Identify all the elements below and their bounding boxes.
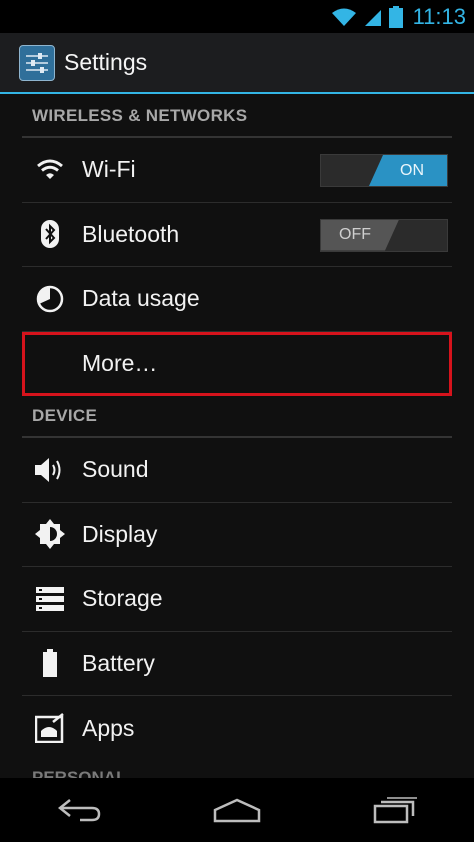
navigation-bar (0, 778, 474, 842)
settings-item-storage[interactable]: Storage (22, 567, 452, 632)
action-bar: Settings (0, 33, 474, 94)
recent-apps-icon (373, 797, 417, 824)
settings-item-bluetooth[interactable]: Bluetooth OFF (22, 203, 452, 267)
wifi-icon (32, 152, 68, 188)
settings-item-label: Battery (82, 649, 155, 676)
page-title: Settings (64, 49, 148, 75)
wifi-icon (331, 8, 356, 26)
display-icon (32, 516, 68, 552)
settings-item-label: Apps (82, 714, 135, 741)
settings-item-display[interactable]: Display (22, 503, 452, 567)
apps-icon (32, 710, 68, 746)
signal-icon (364, 9, 381, 26)
settings-item-battery[interactable]: Battery (22, 632, 452, 696)
settings-item-label: Sound (82, 456, 149, 483)
settings-app-icon[interactable] (19, 44, 55, 81)
back-button[interactable] (44, 785, 114, 835)
section-header-personal: PERSONAL (32, 768, 127, 778)
bluetooth-toggle[interactable]: OFF (320, 218, 448, 252)
status-bar: 11:13 (0, 0, 474, 33)
section-header-wireless: WIRELESS & NETWORKS (22, 96, 452, 138)
settings-item-wifi[interactable]: Wi-Fi ON (22, 138, 452, 203)
back-icon (57, 799, 101, 822)
wifi-toggle[interactable]: ON (320, 154, 448, 187)
toggle-state: ON (369, 155, 447, 186)
storage-icon (32, 581, 68, 617)
settings-item-label: Display (82, 520, 158, 547)
bluetooth-icon (32, 216, 68, 252)
home-button[interactable] (202, 785, 272, 835)
data-usage-icon (32, 281, 68, 317)
settings-item-more[interactable]: More… (22, 331, 452, 396)
settings-item-data-usage[interactable]: Data usage (22, 267, 452, 332)
settings-item-label: Wi-Fi (82, 156, 136, 183)
settings-item-label: Bluetooth (82, 220, 180, 247)
settings-item-sound[interactable]: Sound (22, 438, 452, 503)
battery-icon (388, 5, 403, 28)
battery-icon (32, 645, 68, 681)
settings-item-label: Data usage (82, 285, 200, 312)
settings-item-label: Storage (82, 585, 163, 612)
clock: 11:13 (412, 3, 466, 29)
settings-item-apps[interactable]: Apps (22, 696, 452, 761)
section-header-device: DEVICE (22, 396, 452, 438)
toggle-state: OFF (321, 220, 399, 251)
sound-icon (32, 452, 68, 488)
settings-list[interactable]: WIRELESS & NETWORKS Wi-Fi ON Bluetooth O… (0, 96, 474, 778)
home-icon (213, 798, 261, 823)
recent-apps-button[interactable] (360, 785, 430, 835)
settings-item-label: More… (82, 350, 158, 377)
